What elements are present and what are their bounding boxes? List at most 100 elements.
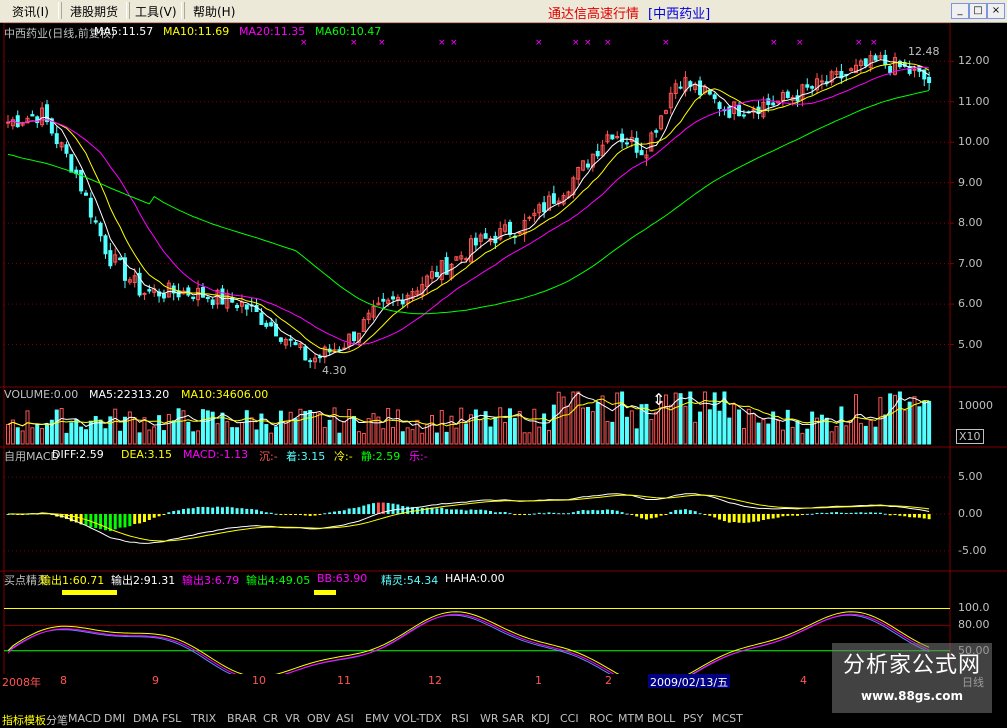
macd-histogram-bar (323, 513, 327, 515)
indicator-tab[interactable]: VR (285, 712, 300, 725)
indicator-tab[interactable]: FSL (162, 712, 181, 725)
indicator-tab[interactable]: VOL-TDX (394, 712, 442, 725)
price-tick-label: 12.00 (958, 54, 990, 68)
macd-histogram-bar (805, 513, 809, 515)
macd-histogram-bar (557, 513, 561, 515)
macd-histogram-bar (459, 509, 463, 514)
macd-tick-label: 0.00 (958, 507, 983, 520)
macd-histogram-bar (742, 514, 746, 523)
macd-histogram-bar (518, 514, 522, 515)
volume-bar (917, 406, 922, 445)
volume-bar (322, 427, 327, 445)
volume-bar (405, 427, 410, 445)
stock-name-tag: [中西药业] (648, 7, 711, 22)
macd-histogram-bar (118, 514, 122, 528)
indicator-tab[interactable]: EMV (365, 712, 389, 725)
macd-histogram-bar (669, 511, 673, 514)
macd-histogram-bar (605, 509, 609, 514)
macd-histogram-bar (708, 514, 712, 516)
chart-area[interactable]: × × × × × × × × × × × × × × 12.00 11.00 10.00 9.00 8.00 7.… (0, 23, 1007, 726)
macd-histogram-bar (698, 513, 702, 515)
macd-histogram-bar (220, 507, 224, 514)
macd-histogram-bar (372, 503, 376, 514)
macd-histogram-bar (235, 508, 239, 514)
volume-bar (566, 405, 571, 445)
macd-histogram-bar (391, 503, 395, 514)
macd-histogram-bar (469, 509, 473, 514)
indicator-tab[interactable]: CR (263, 712, 278, 725)
volume-bar (225, 421, 230, 445)
volume-bar (634, 428, 639, 445)
volume-bar (824, 417, 829, 445)
indicator-tab[interactable]: MTM (618, 712, 644, 725)
indicator-tab[interactable]: DMA (133, 712, 159, 725)
candle-body (147, 289, 152, 292)
price-legend-item: MA10:11.69 (163, 25, 230, 38)
volume-bar (293, 418, 298, 445)
indicator-tab[interactable]: RSI (451, 712, 469, 725)
signal-marker: × (604, 38, 612, 48)
indicator-tab[interactable]: CCI (560, 712, 579, 725)
minimize-button[interactable]: _ (951, 3, 969, 19)
volume-bar (132, 417, 137, 445)
indicator-tab[interactable]: OBV (307, 712, 330, 725)
volume-tick-label: 10000 (958, 399, 993, 412)
candle-body (98, 222, 103, 237)
macd-histogram-bar (133, 514, 137, 524)
indicator-tab[interactable]: ASI (336, 712, 354, 725)
indicator-tab[interactable]: SAR (502, 712, 524, 725)
candle-body (551, 193, 556, 204)
menu-separator (181, 2, 185, 19)
macd-histogram-bar (352, 508, 356, 514)
candle-body (15, 115, 20, 128)
signal-marker: × (300, 38, 308, 48)
chart-canvas[interactable]: × × × × × × × × × × × × × × (0, 23, 1007, 726)
menu-help[interactable]: 帮助(H) (193, 3, 235, 20)
indicator-tab[interactable]: TRIX (191, 712, 216, 725)
volume-bar (200, 409, 205, 445)
volume-bar (766, 423, 771, 445)
macd-histogram-bar (898, 514, 902, 516)
indicator-tab[interactable]: KDJ (531, 712, 550, 725)
indicator-tab[interactable]: BOLL (647, 712, 675, 725)
macd-tick-label: -5.00 (958, 543, 987, 557)
macd-histogram-bar (713, 514, 717, 518)
indicator-tab[interactable]: BRAR (227, 712, 257, 725)
maximize-button[interactable]: □ (969, 3, 987, 19)
menu-tools[interactable]: 工具(V) (135, 3, 177, 20)
macd-legend-item: 沉:- (259, 450, 278, 463)
menu-info[interactable]: 资讯(I) (12, 3, 49, 20)
indicator-tab[interactable]: MACD (68, 712, 101, 725)
macd-legend-item: 着:3.15 (286, 450, 326, 463)
macd-histogram-bar (284, 514, 288, 515)
indicator-tab[interactable]: PSY (683, 712, 703, 725)
macd-histogram-bar (791, 514, 795, 516)
indicator-tab[interactable]: DMI (104, 712, 125, 725)
volume-bar (902, 409, 907, 445)
menu-hk-futures[interactable]: 港股期货 (70, 3, 118, 20)
volume-bar (473, 409, 478, 445)
close-button[interactable]: × (987, 3, 1005, 19)
volume-bar (20, 430, 25, 445)
indicator-tab[interactable]: MCST (712, 712, 743, 725)
candle-body (269, 322, 274, 327)
volume-bar (927, 400, 932, 445)
indicator-tab[interactable]: ROC (589, 712, 613, 725)
macd-histogram-bar (752, 514, 756, 522)
candle-body (624, 142, 629, 145)
candle-body (54, 133, 59, 145)
macd-histogram-bar (859, 512, 863, 514)
candle-body (118, 257, 123, 261)
indicator-tab[interactable]: WR (480, 712, 499, 725)
candle-body (620, 133, 625, 143)
volume-bar (352, 415, 357, 445)
signal-marker: × (770, 38, 778, 48)
macd-histogram-bar (123, 514, 127, 528)
macd-histogram-bar (138, 514, 142, 524)
candle-body (205, 297, 210, 300)
candle-body (381, 298, 386, 302)
ma10-line (7, 61, 930, 354)
macd-histogram-bar (298, 514, 302, 515)
volume-bar (561, 396, 566, 445)
volume-bar (347, 408, 352, 445)
